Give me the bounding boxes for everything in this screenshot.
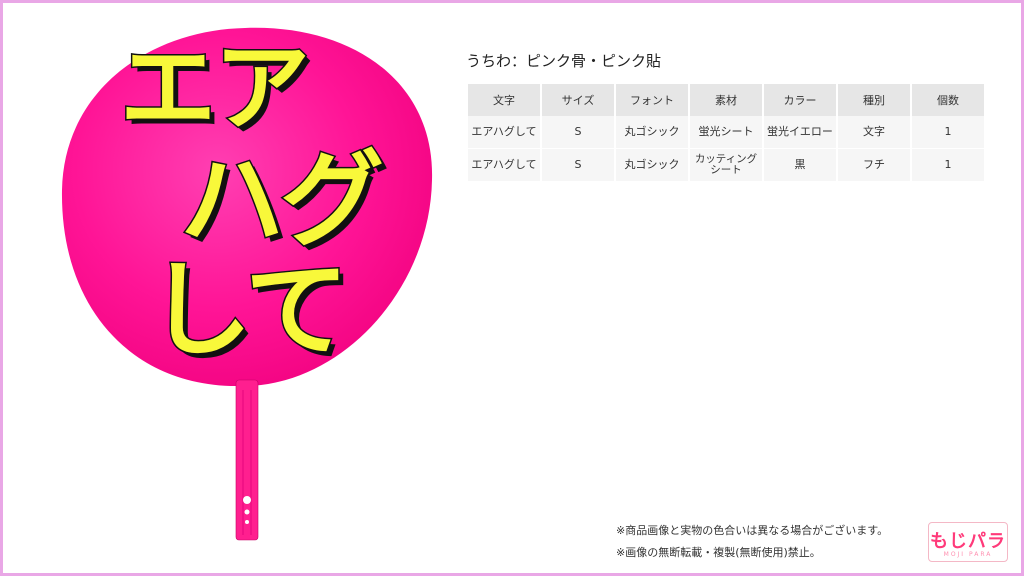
note-no-reproduction: ※画像の無断転載・複製(無断使用)禁止。 (616, 546, 821, 559)
table-cell: 蛍光シート (690, 116, 762, 149)
column-header: フォント (616, 84, 688, 116)
table-row: エアハグして S 丸ゴシック カッティングシート 黒 フチ 1 (468, 149, 984, 182)
table-cell: カッティングシート (690, 149, 762, 182)
table-cell: S (542, 149, 614, 182)
column-header: 種別 (838, 84, 910, 116)
table-cell: エアハグして (468, 149, 540, 182)
uchiwa-fan-preview: エア ハグ して (40, 10, 460, 570)
spec-title: うちわ：ピンク骨・ピンク貼 (466, 52, 662, 70)
table-cell: 蛍光イエロー (764, 116, 836, 149)
table-cell: 丸ゴシック (616, 116, 688, 149)
table-cell: 1 (912, 116, 984, 149)
table-row: エアハグして S 丸ゴシック 蛍光シート 蛍光イエロー 文字 1 (468, 116, 984, 149)
handle-hole (245, 520, 249, 524)
logo-subtext: MOJI PARA (943, 551, 993, 558)
table-cell: 1 (912, 149, 984, 182)
disclaimer-notes: ※商品画像と実物の色合いは異なる場合がございます。 ※画像の無断転載・複製(無断… (616, 520, 888, 564)
fan-handle (235, 379, 259, 541)
spec-table: 文字 サイズ フォント 素材 カラー 種別 個数 エアハグして S 丸ゴシック … (466, 84, 986, 182)
table-cell: 丸ゴシック (616, 149, 688, 182)
logo-text: もじパラ (930, 531, 1006, 552)
column-header: サイズ (542, 84, 614, 116)
column-header: カラー (764, 84, 836, 116)
note-color-difference: ※商品画像と実物の色合いは異なる場合がございます。 (616, 524, 889, 537)
column-header: 文字 (468, 84, 540, 116)
table-cell: フチ (838, 149, 910, 182)
handle-hole (244, 509, 250, 515)
fan-text-line-1: エア (119, 32, 312, 144)
table-cell: 文字 (838, 116, 910, 149)
column-header: 個数 (912, 84, 984, 116)
fan-text-line-2: ハグ (178, 139, 385, 261)
table-header-row: 文字 サイズ フォント 素材 カラー 種別 個数 (468, 84, 984, 116)
table-cell: エアハグして (468, 116, 540, 149)
column-header: 素材 (690, 84, 762, 116)
table-cell: 黒 (764, 149, 836, 182)
brand-logo: もじパラ MOJI PARA (928, 522, 1008, 562)
handle-hole (243, 496, 251, 504)
fan-text-line-3: して (147, 249, 351, 371)
table-cell: S (542, 116, 614, 149)
